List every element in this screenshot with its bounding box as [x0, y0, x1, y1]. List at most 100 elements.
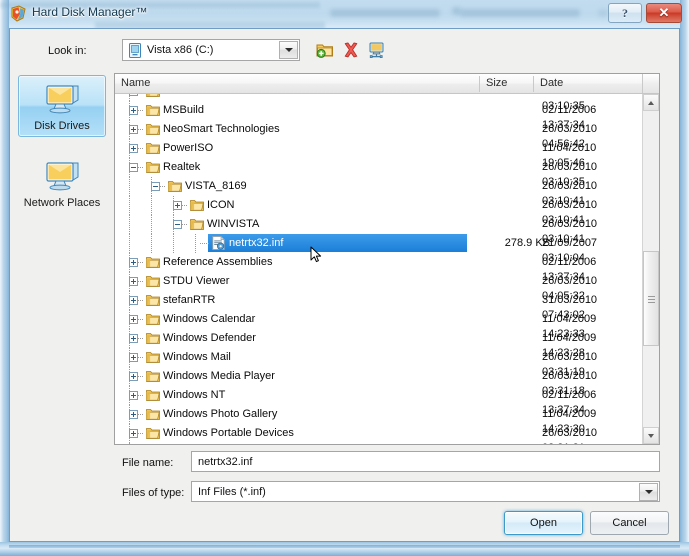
- tree-expander-plus[interactable]: [129, 258, 138, 267]
- files-of-type-dropdown-arrow[interactable]: [639, 483, 658, 501]
- table-row[interactable]: Reference Assemblies 02/11/2006 13:37:34: [115, 253, 642, 283]
- tree-expander-plus[interactable]: [129, 410, 138, 419]
- file-list-header: Name Size Date: [115, 74, 659, 94]
- tree-connector-line: [200, 243, 209, 244]
- mouse-cursor: [310, 246, 322, 264]
- tree-expander-plus[interactable]: [129, 296, 138, 305]
- tree-expander-minus[interactable]: [173, 220, 182, 229]
- table-row[interactable]: WINVISTA 26/03/2010 03:10:41: [115, 215, 642, 245]
- tree-expander-plus[interactable]: [129, 353, 138, 362]
- window-frame-bottom-highlight: [9, 545, 680, 548]
- tree-expander-plus[interactable]: [129, 315, 138, 324]
- tree-guide-line: [129, 215, 130, 234]
- table-row[interactable]: Windows Calendar 11/04/2009 14:23:33: [115, 310, 642, 340]
- file-list-scrollbar[interactable]: [642, 94, 659, 444]
- file-size-cell: 278.9 KB: [504, 237, 550, 249]
- table-row[interactable]: Realtek 26/03/2010 03:10:35: [115, 158, 642, 188]
- column-header-corner: [642, 74, 659, 93]
- column-header-name[interactable]: Name: [115, 74, 479, 93]
- delete-icon[interactable]: [342, 41, 360, 59]
- folder-icon: [146, 104, 160, 116]
- tree-expander-plus[interactable]: [129, 106, 138, 115]
- column-header-date[interactable]: Date: [534, 74, 642, 93]
- table-row[interactable]: Windows Media Player 26/03/2010 03:31:18: [115, 367, 642, 397]
- table-row[interactable]: MSBuild 02/11/2006 13:37:34: [115, 101, 642, 131]
- tree-guide-line: [195, 234, 196, 253]
- column-header-size[interactable]: Size: [480, 74, 533, 93]
- map-network-drive-icon[interactable]: [368, 41, 386, 59]
- scrollbar-thumb[interactable]: [643, 251, 659, 346]
- window-frame-left: [0, 0, 9, 556]
- sidebar-item-disk-drives[interactable]: Disk Drives: [18, 75, 106, 137]
- look-in-dropdown-arrow[interactable]: [279, 41, 298, 59]
- tree-guide-line: [129, 196, 130, 215]
- scroll-down-button[interactable]: [643, 427, 659, 444]
- tree-expander-plus[interactable]: [129, 334, 138, 343]
- scrollbar-grip-icon: [648, 295, 655, 303]
- help-button[interactable]: ?: [608, 3, 642, 23]
- table-row[interactable]: STDU Viewer 26/03/2010 04:05:32: [115, 272, 642, 302]
- file-name-cell: Windows Portable Devices: [163, 427, 294, 439]
- tree-expander-minus[interactable]: [151, 182, 160, 191]
- new-folder-icon[interactable]: [316, 41, 334, 59]
- file-name-cell: Windows NT: [163, 389, 226, 401]
- folder-icon: [190, 218, 204, 230]
- folder-icon: [146, 389, 160, 401]
- open-button[interactable]: Open: [504, 511, 583, 535]
- tree-expander-plus[interactable]: [129, 372, 138, 381]
- file-name-cell: Windows Calendar: [163, 313, 256, 325]
- table-row[interactable]: NeoSmart Technologies 26/03/2010 04:56:42: [115, 120, 642, 150]
- tree-expander-minus[interactable]: [129, 163, 138, 172]
- sidebar-item-network-places[interactable]: Network Places: [18, 153, 106, 215]
- scroll-up-button[interactable]: [643, 94, 659, 111]
- tree-expander-plus[interactable]: [173, 201, 182, 210]
- table-row[interactable]: Windows Sidebar11/04/2009 14:23:30: [115, 443, 642, 444]
- close-icon: ✕: [658, 5, 670, 20]
- files-of-type-value: Inf Files (*.inf): [198, 486, 266, 498]
- table-row[interactable]: PowerISO 11/04/2010 19:05:46: [115, 139, 642, 169]
- folder-icon: [146, 123, 160, 135]
- table-row[interactable]: Windows Portable Devices 26/03/2010 03:31…: [115, 424, 642, 444]
- table-row[interactable]: VISTA_8169 26/03/2010 03:10:41: [115, 177, 642, 207]
- file-name-cell: Windows Photo Gallery: [163, 408, 278, 420]
- tree-expander-plus[interactable]: [129, 144, 138, 153]
- files-of-type-combobox[interactable]: Inf Files (*.inf): [191, 481, 660, 502]
- app-shield-icon: [10, 5, 27, 22]
- look-in-value: Vista x86 (C:): [147, 44, 214, 56]
- tree-expander-plus[interactable]: [129, 391, 138, 400]
- table-row[interactable]: ICON 26/03/2010 03:10:41: [115, 196, 642, 226]
- cancel-button[interactable]: Cancel: [590, 511, 669, 535]
- file-name-value: netrtx32.inf: [198, 456, 253, 468]
- window-title: Hard Disk Manager™: [32, 5, 148, 19]
- tree-expander-plus[interactable]: [129, 94, 138, 96]
- files-of-type-label: Files of type:: [122, 487, 185, 499]
- table-row[interactable]: Windows NT 02/11/2006 13:37:34: [115, 386, 642, 416]
- file-name-cell: Reference Assemblies: [163, 256, 273, 268]
- table-row[interactable]: Windows Defender 11/04/2009 14:23:28: [115, 329, 642, 359]
- table-row[interactable]: Realtek AC9726/03/2010 03:10:35: [115, 94, 642, 112]
- table-row[interactable]: Windows Photo Gallery 11/04/2009 14:23:30: [115, 405, 642, 435]
- help-button-label: ?: [622, 5, 628, 20]
- file-name-cell: stefanRTR: [163, 294, 216, 306]
- close-button[interactable]: ✕: [646, 3, 682, 23]
- look-in-combobox[interactable]: Vista x86 (C:): [122, 39, 300, 61]
- file-name-cell: Windows Media Player: [163, 370, 275, 382]
- places-bar: Disk Drives Network Places: [12, 75, 112, 209]
- file-name-input[interactable]: netrtx32.inf: [191, 451, 660, 472]
- table-row[interactable]: Windows Mail 26/03/2010 03:31:19: [115, 348, 642, 378]
- table-row[interactable]: stefanRTR 31/03/2010 07:43:02: [115, 291, 642, 321]
- tree-expander-plus[interactable]: [129, 429, 138, 438]
- table-row[interactable]: netrtx32.inf 278.9 KB 21/09/2007 03:10:04: [115, 234, 642, 264]
- sidebar-item-label: Network Places: [23, 197, 101, 209]
- file-name-cell: STDU Viewer: [163, 275, 230, 287]
- folder-icon: [146, 294, 160, 306]
- folder-icon: [146, 275, 160, 287]
- open-button-label: Open: [530, 517, 557, 529]
- folder-icon: [146, 351, 160, 363]
- inf-file-icon: [212, 235, 226, 250]
- tree-guide-line: [129, 234, 130, 253]
- tree-expander-plus[interactable]: [129, 125, 138, 134]
- tree-expander-plus[interactable]: [129, 277, 138, 286]
- file-list-rows: Realtek AC9726/03/2010 03:10:35MSBuild02…: [115, 94, 642, 444]
- file-name-cell: MSBuild: [163, 104, 204, 116]
